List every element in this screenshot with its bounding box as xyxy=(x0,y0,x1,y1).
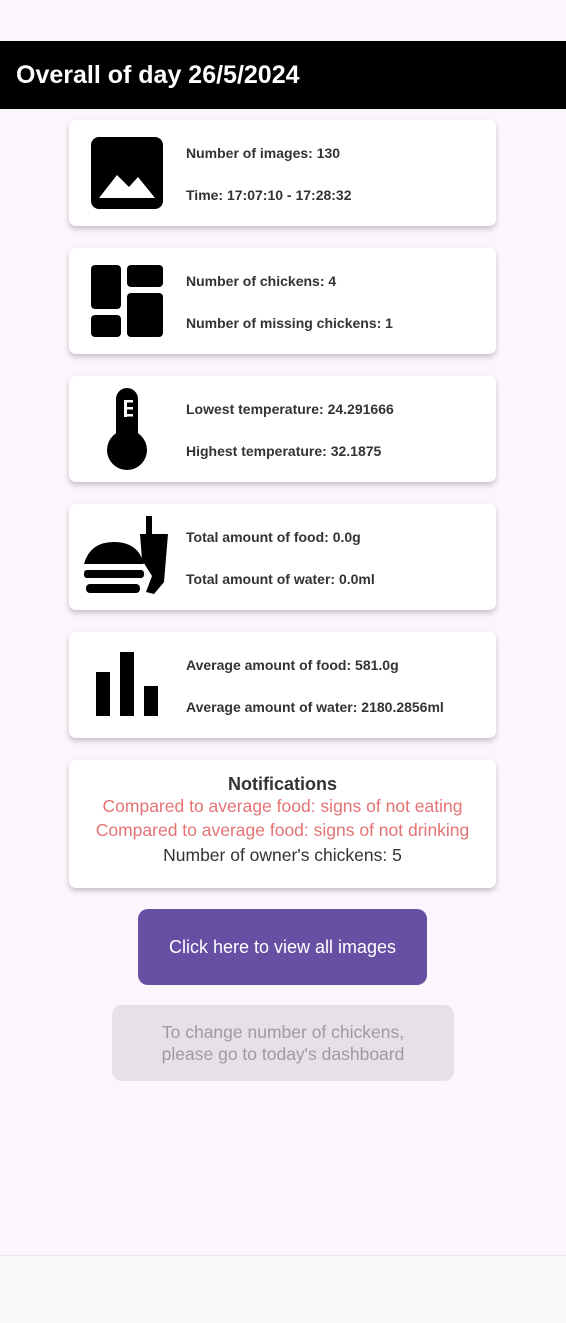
notifications-title: Notifications xyxy=(227,774,337,794)
time-range: Time: 17:07:10 - 17:28:32 xyxy=(186,187,352,203)
app-header: Overall of day 26/5/2024 xyxy=(0,41,566,109)
change-chickens-button[interactable]: To change number of chickens, please go … xyxy=(112,1005,454,1081)
highest-temperature: Highest temperature: 32.1875 xyxy=(186,443,382,459)
food-warning: Compared to average food: signs of not e… xyxy=(102,796,463,816)
chickens-count: Number of chickens: 4 xyxy=(186,273,337,289)
fastfood-icon xyxy=(82,512,172,602)
thermometer-icon xyxy=(82,388,172,470)
view-all-images-button[interactable]: Click here to view all images xyxy=(138,909,427,985)
image-icon xyxy=(82,133,172,213)
images-count: Number of images: 130 xyxy=(186,145,341,161)
system-navigation-bar xyxy=(0,1255,566,1323)
food-water-average-card: Average amount of food: 581.0g Average a… xyxy=(69,632,496,738)
bar-chart-icon xyxy=(82,645,172,725)
water-warning: Compared to average food: signs of not d… xyxy=(95,820,470,840)
notifications-card: Notifications Compared to average food: … xyxy=(69,760,496,888)
average-food: Average amount of food: 581.0g xyxy=(186,657,399,673)
temperature-summary-card: Lowest temperature: 24.291666 Highest te… xyxy=(69,376,496,482)
images-summary-card: Number of images: 130 Time: 17:07:10 - 1… xyxy=(69,120,496,226)
total-food: Total amount of food: 0.0g xyxy=(186,529,361,545)
total-water: Total amount of water: 0.0ml xyxy=(186,571,375,587)
average-water: Average amount of water: 2180.2856ml xyxy=(186,699,444,715)
dashboard-icon xyxy=(82,261,172,341)
chickens-summary-card: Number of chickens: 4 Number of missing … xyxy=(69,248,496,354)
lowest-temperature: Lowest temperature: 24.291666 xyxy=(186,401,394,417)
owner-chickens-count: Number of owner's chickens: 5 xyxy=(163,845,402,865)
missing-chickens-count: Number of missing chickens: 1 xyxy=(186,315,393,331)
food-water-total-card: Total amount of food: 0.0g Total amount … xyxy=(69,504,496,610)
page-title: Overall of day 26/5/2024 xyxy=(16,60,300,89)
